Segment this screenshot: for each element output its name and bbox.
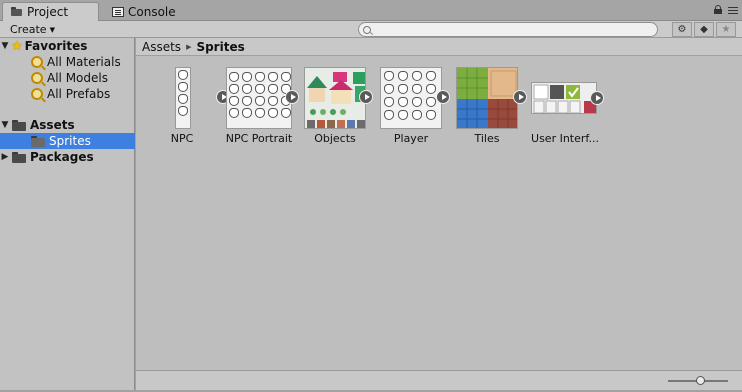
sprite-thumbnail bbox=[226, 67, 292, 129]
star-icon: ★ bbox=[721, 24, 731, 35]
chevron-down-icon: ▼ bbox=[49, 25, 55, 34]
asset-label: Player bbox=[393, 132, 429, 145]
expand-arrow-icon[interactable]: ▶ bbox=[0, 152, 10, 162]
console-icon bbox=[112, 6, 124, 17]
sprite-thumbnail bbox=[380, 67, 442, 129]
folder-icon bbox=[12, 151, 27, 163]
window-tab-bar: Project Console bbox=[0, 0, 742, 21]
expand-sprite-icon[interactable] bbox=[359, 90, 373, 104]
tree-item-label: All Prefabs bbox=[47, 87, 111, 101]
breadcrumb-assets[interactable]: Assets bbox=[142, 40, 181, 54]
create-button-label: Create bbox=[10, 23, 47, 36]
expand-arrow-icon[interactable]: ▼ bbox=[0, 41, 10, 51]
asset-tiles[interactable]: Tiles bbox=[449, 67, 527, 157]
tree-item-all-materials[interactable]: All Materials bbox=[0, 54, 135, 70]
star-icon: ★ bbox=[11, 38, 23, 54]
menu-icon[interactable] bbox=[728, 6, 738, 14]
expand-arrow-icon[interactable]: ▼ bbox=[0, 120, 10, 130]
asset-browser: Assets ▶ Sprites NPC NPC Portrait Object… bbox=[136, 38, 742, 390]
asset-player[interactable]: Player bbox=[373, 67, 450, 157]
window-controls bbox=[714, 5, 738, 14]
ui-spritesheet-image bbox=[533, 84, 596, 113]
asset-label: NPC bbox=[170, 132, 194, 145]
search-icon bbox=[363, 25, 371, 34]
tree-item-all-prefabs[interactable]: All Prefabs bbox=[0, 86, 135, 102]
saved-search-icon bbox=[31, 56, 43, 68]
sprite-thumbnail bbox=[531, 82, 597, 114]
asset-npc[interactable]: NPC bbox=[144, 67, 230, 157]
label-tag-icon: ◆ bbox=[700, 24, 708, 35]
tree-item-packages[interactable]: ▶ Packages bbox=[0, 149, 135, 165]
tab-project[interactable]: Project bbox=[2, 2, 99, 21]
project-toolbar: Create ▼ ⚙ ◆ ★ bbox=[0, 21, 742, 38]
tab-project-label: Project bbox=[27, 5, 69, 19]
expand-sprite-icon[interactable] bbox=[590, 91, 604, 105]
objects-spritesheet-image bbox=[305, 68, 365, 128]
search-by-label-button[interactable]: ◆ bbox=[694, 22, 714, 37]
tree-item-all-models[interactable]: All Models bbox=[0, 70, 135, 86]
tab-console-label: Console bbox=[128, 4, 176, 19]
sprite-thumbnail bbox=[456, 67, 518, 129]
tree-item-label: All Models bbox=[47, 71, 108, 85]
tree-item-label: Assets bbox=[30, 118, 75, 132]
asset-user-interface[interactable]: User Interf... bbox=[527, 67, 604, 157]
tree-item-sprites[interactable]: Sprites bbox=[0, 133, 135, 149]
create-button[interactable]: Create ▼ bbox=[6, 22, 58, 37]
search-field[interactable] bbox=[358, 22, 658, 37]
folder-tree: ▼ ★ Favorites All Materials All Models A… bbox=[0, 38, 135, 390]
asset-objects[interactable]: Objects bbox=[297, 67, 373, 157]
tab-console[interactable]: Console bbox=[104, 2, 194, 21]
asset-label: Tiles bbox=[474, 132, 500, 145]
search-by-type-button[interactable]: ⚙ bbox=[672, 22, 692, 37]
folder-icon bbox=[12, 119, 27, 131]
tree-item-label: Sprites bbox=[49, 134, 91, 148]
breadcrumb-separator-icon: ▶ bbox=[186, 42, 192, 51]
tree-item-label: All Materials bbox=[47, 55, 121, 69]
sprite-thumbnail bbox=[304, 67, 366, 129]
asset-label: NPC Portrait bbox=[225, 132, 293, 145]
tree-item-label: Packages bbox=[30, 150, 94, 164]
search-input[interactable] bbox=[374, 24, 654, 35]
tiles-spritesheet-image bbox=[457, 68, 517, 128]
type-filter-icon: ⚙ bbox=[677, 24, 687, 35]
breadcrumb: Assets ▶ Sprites bbox=[136, 38, 742, 56]
expand-sprite-icon[interactable] bbox=[436, 90, 450, 104]
asset-npc-portrait[interactable]: NPC Portrait bbox=[221, 67, 299, 157]
asset-label: Objects bbox=[314, 132, 356, 145]
expand-sprite-icon[interactable] bbox=[513, 90, 527, 104]
folder-icon bbox=[11, 7, 23, 17]
favorites-button[interactable]: ★ bbox=[716, 22, 736, 37]
zoom-slider[interactable] bbox=[668, 376, 728, 385]
sprite-thumbnail bbox=[175, 67, 191, 129]
tree-item-label: Favorites bbox=[24, 39, 88, 53]
tree-item-favorites[interactable]: ▼ ★ Favorites bbox=[0, 38, 135, 54]
saved-search-icon bbox=[31, 72, 43, 84]
folder-icon bbox=[31, 135, 46, 147]
breadcrumb-sprites[interactable]: Sprites bbox=[196, 40, 244, 54]
status-bar bbox=[136, 370, 742, 390]
asset-label: User Interf... bbox=[531, 132, 599, 145]
lock-icon[interactable] bbox=[714, 5, 722, 14]
filter-buttons: ⚙ ◆ ★ bbox=[672, 22, 736, 37]
saved-search-icon bbox=[31, 88, 43, 100]
tree-item-assets[interactable]: ▼ Assets bbox=[0, 117, 135, 133]
zoom-slider-handle[interactable] bbox=[696, 376, 705, 385]
